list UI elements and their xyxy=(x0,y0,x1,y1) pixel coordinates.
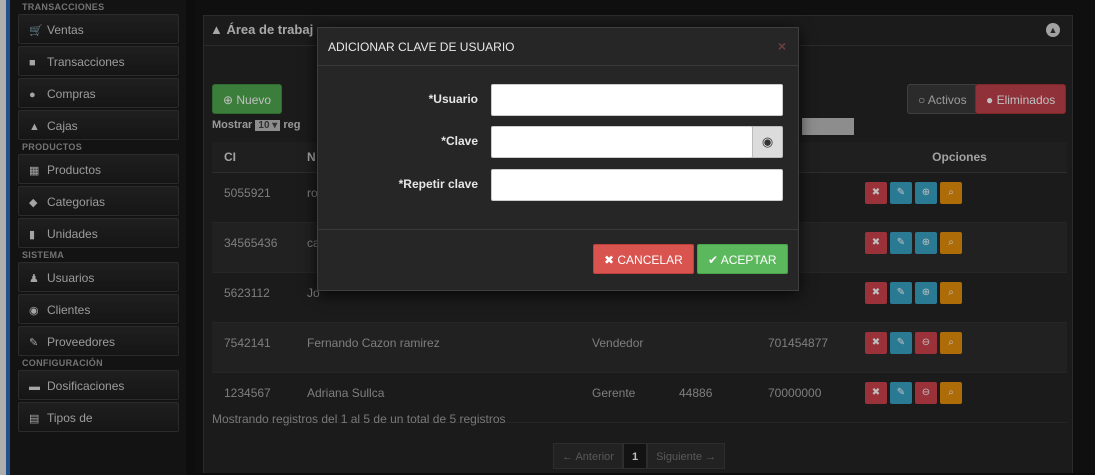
cancel-button-label: CANCELAR xyxy=(617,253,683,267)
field-label: *Usuario xyxy=(428,92,478,106)
repeat-password-input[interactable] xyxy=(491,169,783,201)
modal-divider xyxy=(318,229,798,230)
password-input[interactable] xyxy=(491,126,753,158)
form-row-clave: *Clave ◉ xyxy=(318,126,800,158)
field-label: *Repetir clave xyxy=(398,177,478,191)
accept-button-label: ACEPTAR xyxy=(720,253,777,267)
accept-button[interactable]: ✔ ACEPTAR xyxy=(697,244,788,274)
add-password-modal: ADICIONAR CLAVE DE USUARIO × *Usuario *C… xyxy=(317,27,799,291)
form-row-repetir: *Repetir clave xyxy=(318,169,800,201)
close-icon[interactable]: × xyxy=(778,38,786,54)
modal-title: ADICIONAR CLAVE DE USUARIO xyxy=(318,28,798,66)
cancel-button[interactable]: ✖ CANCELAR xyxy=(593,244,694,274)
field-label: *Clave xyxy=(441,134,478,148)
username-input[interactable] xyxy=(491,84,783,116)
close-circle-icon: ✖ xyxy=(604,253,618,267)
eye-icon[interactable]: ◉ xyxy=(752,126,783,158)
check-circle-icon: ✔ xyxy=(708,253,721,267)
form-row-usuario: *Usuario xyxy=(318,84,800,116)
